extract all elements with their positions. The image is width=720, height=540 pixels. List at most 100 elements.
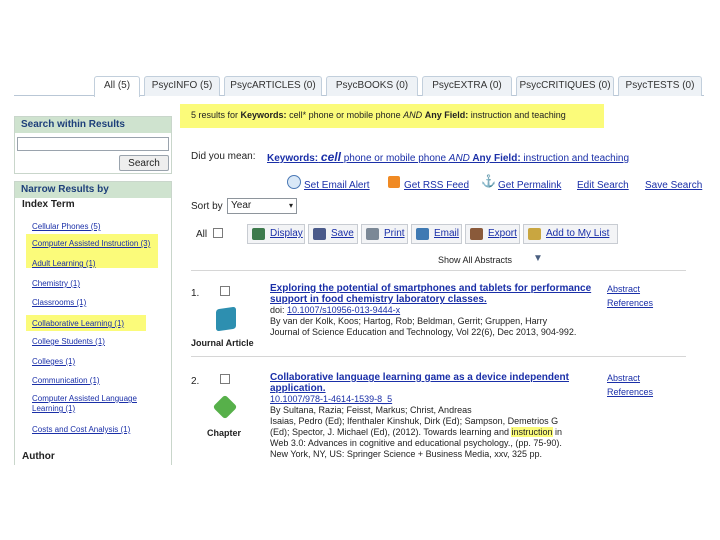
facet-chemistry[interactable]: Chemistry (1) <box>32 279 80 288</box>
edit-search-link[interactable]: Edit Search <box>577 180 629 191</box>
tab-psycarticles[interactable]: PsycARTICLES (0) <box>224 76 322 96</box>
did-you-mean: Did you mean: <box>191 151 255 162</box>
result-2: Collaborative language learning game as … <box>270 372 600 460</box>
tab-psyccritiques[interactable]: PsycCRITIQUES (0) <box>516 76 614 96</box>
result-checkbox[interactable] <box>220 374 230 384</box>
doi-link[interactable]: 10.1007/978-1-4614-1539-8_5 <box>270 394 392 404</box>
result-source: Journal of Science Education and Technol… <box>270 327 577 337</box>
source-text: (Ed); Spector, J. Michael (Ed), (2012). … <box>270 427 509 437</box>
facet-computer-assisted-instruction[interactable]: Computer Assisted Instruction (3) <box>32 239 150 248</box>
facet-collaborative-learning[interactable]: Collaborative Learning (1) <box>32 319 124 328</box>
summary-keywords-label: Keywords: <box>240 110 287 120</box>
select-all-label: All <box>196 229 208 240</box>
facet-cellular-phones[interactable]: Cellular Phones (5) <box>32 222 100 231</box>
select-all-checkbox[interactable] <box>213 228 223 238</box>
abstract-link[interactable]: Abstract <box>607 373 640 383</box>
did-you-mean-label: Did you mean: <box>191 151 256 162</box>
narrow-results-heading: Narrow Results by <box>15 182 171 198</box>
result-source: Web 3.0: Advances in cognitive and educa… <box>270 438 562 448</box>
permalink-icon: ⚓ <box>481 174 496 188</box>
result-source: (Ed); Spector, J. Michael (Ed), (2012). … <box>270 427 600 438</box>
tab-label: PsycINFO (5) <box>151 80 213 91</box>
result-checkbox[interactable] <box>220 286 230 296</box>
suggestion-rest: phone or mobile phone <box>340 153 449 164</box>
facet-computer-assisted-language-learning[interactable]: Computer Assisted Language Learning (1) <box>32 394 144 414</box>
save-icon <box>313 228 326 240</box>
tab-psycinfo[interactable]: PsycINFO (5) <box>144 76 220 96</box>
print-icon <box>366 228 379 240</box>
display-icon <box>252 228 265 240</box>
results-summary: 5 results for Keywords: cell* phone or m… <box>191 110 566 120</box>
result-number: 2. <box>191 376 200 387</box>
export-label: Export <box>488 228 517 239</box>
title-line: support in food chemistry laboratory cla… <box>270 294 487 305</box>
facet-colleges[interactable]: Colleges (1) <box>32 357 75 366</box>
highlighted-term: instruction <box>511 427 553 437</box>
tab-all[interactable]: All (5) <box>94 76 140 97</box>
email-label: Email <box>434 228 460 239</box>
email-button[interactable]: Email <box>411 224 462 244</box>
result-title[interactable]: Collaborative language learning game as … <box>270 372 600 394</box>
show-all-abstracts-toggle[interactable]: Show All Abstracts <box>438 255 512 265</box>
facet-costs-and-cost-analysis[interactable]: Costs and Cost Analysis (1) <box>32 425 130 434</box>
print-button[interactable]: Print <box>361 224 408 244</box>
author-heading: Author <box>22 451 55 462</box>
print-label: Print <box>384 228 405 239</box>
index-term-heading: Index Term <box>22 199 75 210</box>
doi-link[interactable]: 10.1007/s10956-013-9444-x <box>287 305 400 315</box>
search-within-panel: Search within Results Search <box>14 116 172 174</box>
result-publisher: New York, NY, US: Springer Science + Bus… <box>270 449 543 459</box>
add-to-my-list-button[interactable]: Add to My List <box>523 224 618 244</box>
summary-field-label: Any Field: <box>424 110 469 120</box>
result-1: Exploring the potential of smartphones a… <box>270 283 600 338</box>
save-label: Save <box>331 228 354 239</box>
display-button[interactable]: Display <box>247 224 305 244</box>
tab-psyctests[interactable]: PsycTESTS (0) <box>618 76 702 96</box>
references-link[interactable]: References <box>607 298 653 308</box>
search-within-input[interactable] <box>17 137 169 151</box>
save-search-link[interactable]: Save Search <box>645 180 702 191</box>
suggestion-tail: instruction and teaching <box>520 153 630 164</box>
facet-adult-learning[interactable]: Adult Learning (1) <box>32 259 96 268</box>
result-type: Journal Article <box>191 338 254 348</box>
result-type: Chapter <box>207 428 242 438</box>
result-authors: By Sultana, Razia; Feisst, Markus; Chris… <box>270 405 472 415</box>
references-link[interactable]: References <box>607 387 653 397</box>
export-icon <box>470 228 483 240</box>
tab-label: PsycARTICLES (0) <box>230 80 316 91</box>
set-email-alert-link[interactable]: Set Email Alert <box>304 180 370 191</box>
suggestion-prefix: Keywords: <box>267 153 319 164</box>
did-you-mean-suggestion[interactable]: Keywords: cell phone or mobile phone AND… <box>267 150 629 164</box>
folder-icon <box>528 228 541 240</box>
display-label: Display <box>270 228 303 239</box>
tab-label: All (5) <box>103 80 131 91</box>
sort-selected-value: Year <box>231 200 252 211</box>
result-title[interactable]: Exploring the potential of smartphones a… <box>270 283 600 305</box>
title-line: Collaborative language learning game as … <box>270 372 569 383</box>
expand-arrow-icon[interactable]: ▼ <box>533 253 543 264</box>
database-tabs: All (5) PsycINFO (5) PsycARTICLES (0) Ps… <box>14 76 704 97</box>
tab-label: PsycEXTRA (0) <box>432 80 502 91</box>
save-button[interactable]: Save <box>308 224 358 244</box>
sort-label: Sort by <box>191 201 223 212</box>
sort-select[interactable]: Year ▾ <box>227 198 297 214</box>
facet-communication[interactable]: Communication (1) <box>32 376 100 385</box>
get-permalink-link[interactable]: Get Permalink <box>498 180 561 191</box>
divider <box>191 270 686 271</box>
tab-psycextra[interactable]: PsycEXTRA (0) <box>422 76 512 96</box>
email-alert-icon <box>287 175 301 189</box>
result-number: 1. <box>191 288 200 299</box>
doi-label: doi: <box>270 305 285 315</box>
abstract-link[interactable]: Abstract <box>607 284 640 294</box>
journal-article-icon <box>216 306 236 332</box>
export-button[interactable]: Export <box>465 224 520 244</box>
search-within-button[interactable]: Search <box>119 155 169 171</box>
get-rss-feed-link[interactable]: Get RSS Feed <box>404 180 469 191</box>
suggestion-keyword: cell <box>320 150 341 164</box>
divider <box>191 356 686 357</box>
facet-classrooms[interactable]: Classrooms (1) <box>32 298 86 307</box>
suggestion-and: AND <box>448 153 470 164</box>
suggestion-field: Any Field: <box>469 153 521 164</box>
facet-college-students[interactable]: College Students (1) <box>32 337 105 346</box>
tab-psycbooks[interactable]: PsycBOOKS (0) <box>326 76 418 96</box>
